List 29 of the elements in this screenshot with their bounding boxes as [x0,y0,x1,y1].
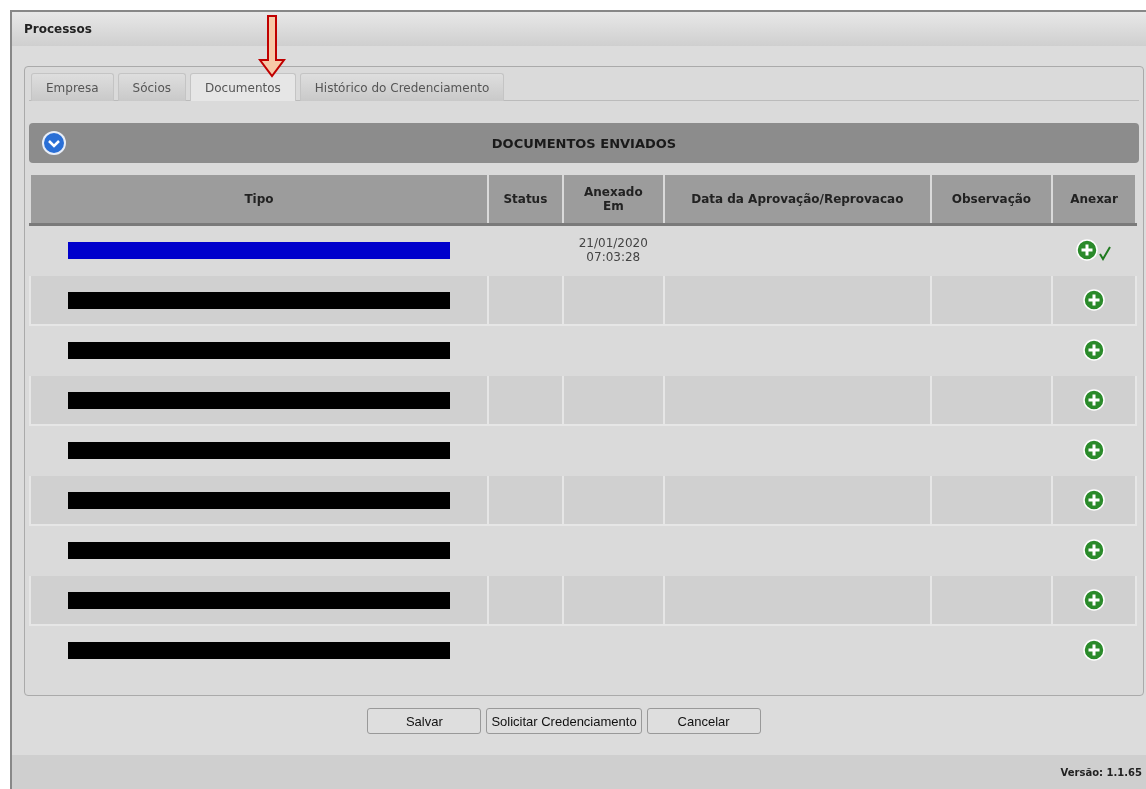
column-header: Anexar [1052,174,1136,225]
chevron-down-icon[interactable] [41,130,67,156]
tab[interactable]: Histórico do Credenciamento [299,73,505,101]
column-header: Status [487,174,563,225]
down-arrow-icon [258,14,286,78]
column-header: Tipo [30,174,488,225]
column-header: Data da Aprovação/Reprovacao [663,174,931,225]
add-icon[interactable] [1083,439,1106,461]
action-button[interactable]: Salvar [367,708,482,734]
check-icon [1098,245,1113,261]
tab[interactable]: Sócios [117,73,187,101]
add-icon[interactable] [1083,639,1106,661]
table-cell-text: 21/01/2020 07:03:28 [577,236,649,264]
add-icon[interactable] [1083,389,1106,411]
action-button[interactable]: Cancelar [646,708,761,734]
add-icon[interactable] [1083,339,1106,361]
add-icon[interactable] [1083,539,1106,561]
version-label: Versão: 1.1.65 [1060,766,1142,778]
column-header: Anexado Em [562,174,664,225]
add-icon[interactable] [1076,239,1099,261]
tab[interactable]: Documentos [190,73,296,101]
section-title: DOCUMENTOS ENVIADOS [490,135,678,151]
tab[interactable]: Empresa [31,73,114,101]
add-icon[interactable] [1083,289,1106,311]
add-icon[interactable] [1083,489,1106,511]
window-title: Processos [24,22,92,36]
add-icon[interactable] [1083,589,1106,611]
action-button[interactable]: Solicitar Credenciamento [486,708,642,734]
column-header: Observação [930,174,1053,225]
